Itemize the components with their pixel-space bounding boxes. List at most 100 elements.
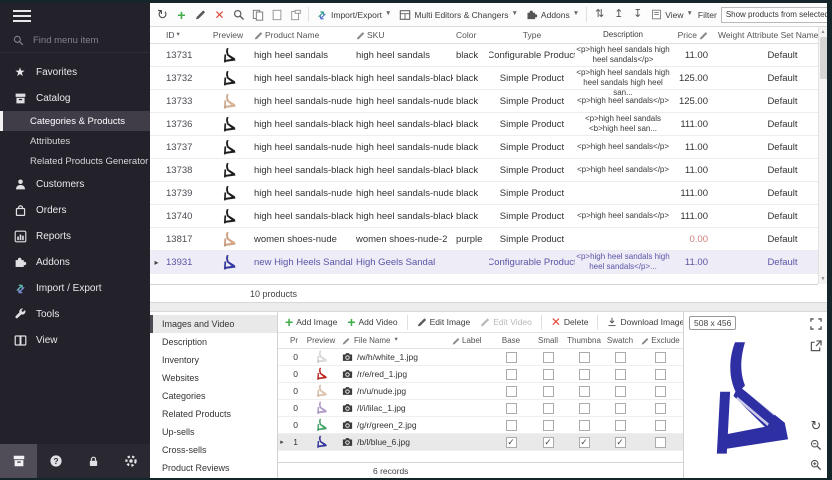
column-header-pr[interactable]: Pr: [286, 336, 302, 345]
column-header-thumbnail[interactable]: Thumbna: [566, 336, 602, 345]
checkbox-swatch[interactable]: [615, 369, 626, 380]
table-row[interactable]: ▸ 13737 high heel sandals-nude-36 high h…: [150, 136, 818, 159]
checkbox-swatch[interactable]: [615, 352, 626, 363]
detail-tab[interactable]: Product Reviews: [150, 459, 277, 477]
download-image-button[interactable]: Download Image: [604, 316, 683, 328]
checkbox-small[interactable]: [543, 352, 554, 363]
checkbox-base[interactable]: [506, 386, 517, 397]
table-row[interactable]: ▸ 13731 high heel sandals high heel sand…: [150, 44, 818, 67]
sort-rows-button[interactable]: ⇅: [591, 6, 608, 23]
checkbox-small[interactable]: [543, 420, 554, 431]
checkbox-exclude[interactable]: [655, 420, 666, 431]
column-header-preview[interactable]: Preview: [205, 30, 251, 40]
move-up-button[interactable]: ↥: [610, 6, 627, 23]
sidebar-item-tools[interactable]: Tools: [0, 301, 150, 327]
category-filter-select[interactable]: Show products from selected categories ▼: [721, 7, 827, 23]
open-external-button[interactable]: [809, 339, 823, 353]
rotate-image-button[interactable]: ↻: [809, 418, 823, 432]
checkbox-exclude[interactable]: [655, 386, 666, 397]
checkbox-exclude[interactable]: [655, 403, 666, 414]
checkbox-swatch[interactable]: [615, 403, 626, 414]
sidebar-item-catalog[interactable]: Catalog: [0, 85, 150, 111]
image-row[interactable]: ▸ 1 /b/l/blue_6.jpg: [278, 434, 683, 451]
multi-editors-button[interactable]: Multi Editors & Changers▼: [396, 8, 520, 22]
checkbox-thumbnail[interactable]: [579, 403, 590, 414]
table-row[interactable]: ▸ 13931 new High Heels Sandals High Geel…: [150, 251, 818, 274]
column-header-color[interactable]: Color: [453, 30, 489, 40]
help-button[interactable]: ?: [38, 454, 75, 468]
add-image-button[interactable]: +Add Image: [282, 314, 340, 330]
checkbox-base[interactable]: [506, 420, 517, 431]
checkbox-base[interactable]: [506, 437, 517, 448]
edit-image-button[interactable]: Edit Image: [414, 316, 474, 328]
sidebar-item-addons[interactable]: Addons: [0, 249, 150, 275]
lock-button[interactable]: [75, 455, 112, 468]
checkbox-exclude[interactable]: [655, 437, 666, 448]
fullscreen-button[interactable]: [809, 317, 823, 331]
image-row[interactable]: ▸ 0 /n/u/nude.jpg: [278, 383, 683, 400]
checkbox-thumbnail[interactable]: [579, 352, 590, 363]
column-header-id[interactable]: ID▾: [163, 30, 205, 40]
add-product-button[interactable]: +: [173, 6, 190, 23]
column-header-price[interactable]: Price: [671, 30, 715, 40]
detail-tab[interactable]: Cross-sells: [150, 441, 277, 459]
delete-image-button[interactable]: ✕Delete: [548, 315, 592, 329]
scroll-down-arrow[interactable]: ▼: [819, 274, 827, 284]
checkbox-small[interactable]: [543, 369, 554, 380]
checkbox-base[interactable]: [506, 352, 517, 363]
sidebar-subitem[interactable]: Categories & Products: [0, 111, 150, 131]
sidebar-item-reports[interactable]: Reports: [0, 223, 150, 249]
settings-button[interactable]: [113, 454, 150, 468]
checkbox-thumbnail[interactable]: [579, 420, 590, 431]
checkbox-small[interactable]: [543, 403, 554, 414]
detail-tab[interactable]: Related Products: [150, 405, 277, 423]
column-header-base[interactable]: Base: [492, 336, 530, 345]
hamburger-menu-icon[interactable]: [13, 10, 31, 22]
column-header-weight[interactable]: Weight: [715, 30, 747, 40]
scroll-up-arrow[interactable]: ▲: [819, 27, 827, 37]
sidebar-item-orders[interactable]: Orders: [0, 197, 150, 223]
addons-button[interactable]: Addons▼: [523, 8, 582, 22]
view-menu-button[interactable]: View▼: [648, 8, 696, 21]
sidebar-item-favorites[interactable]: ★ Favorites: [0, 59, 150, 85]
checkbox-small[interactable]: [543, 386, 554, 397]
delete-product-button[interactable]: ✕: [211, 6, 228, 23]
import-export-button[interactable]: Import/Export▼: [313, 8, 394, 22]
column-header-type[interactable]: Type: [489, 30, 575, 40]
checkbox-small[interactable]: [543, 437, 554, 448]
checkbox-exclude[interactable]: [655, 369, 666, 380]
sidebar-item-customers[interactable]: Customers: [0, 171, 150, 197]
vertical-scrollbar[interactable]: ▲ ▼: [818, 27, 827, 284]
image-row[interactable]: ▸ 0 /w/h/white_1.jpg: [278, 349, 683, 366]
sidebar-subitem[interactable]: Attributes: [0, 131, 150, 151]
scrollbar-thumb[interactable]: [820, 37, 827, 79]
table-row[interactable]: ▸ 13733 high heel sandals-nude high heel…: [150, 90, 818, 113]
checkbox-swatch[interactable]: [615, 386, 626, 397]
detail-tab[interactable]: Images and Video: [150, 315, 277, 333]
edit-product-button[interactable]: [192, 6, 209, 23]
sidebar-item-import-export[interactable]: Import / Export: [0, 275, 150, 301]
checkbox-thumbnail[interactable]: [579, 437, 590, 448]
image-row[interactable]: ▸ 0 /l/i/lilac_1.jpg: [278, 400, 683, 417]
column-header-file-name[interactable]: File Name▾: [340, 336, 450, 345]
duplicate-page-button[interactable]: [287, 6, 304, 23]
image-row[interactable]: ▸ 0 /r/e/red_1.jpg: [278, 366, 683, 383]
table-row[interactable]: ▸ 13736 high heel sandals-black-36 high …: [150, 113, 818, 136]
zoom-out-button[interactable]: [809, 438, 823, 452]
checkbox-base[interactable]: [506, 403, 517, 414]
select-page-button[interactable]: [268, 6, 285, 23]
column-header-label[interactable]: Label: [450, 336, 492, 345]
search-products-button[interactable]: [230, 6, 247, 23]
archive-mode-button[interactable]: [0, 444, 37, 478]
detail-tab[interactable]: Inventory: [150, 351, 277, 369]
image-row[interactable]: ▸ 0 /g/r/green_2.jpg: [278, 417, 683, 434]
table-row[interactable]: ▸ 13740 high heel sandals-black-38 high …: [150, 205, 818, 228]
table-row[interactable]: ▸ 13739 high heel sandals-nude-37 high h…: [150, 182, 818, 205]
sidebar-subitem[interactable]: Related Products Generator: [0, 151, 150, 171]
detail-tab[interactable]: Description: [150, 333, 277, 351]
checkbox-exclude[interactable]: [655, 352, 666, 363]
table-row[interactable]: ▸ 13738 high heel sandals-black-37 high …: [150, 159, 818, 182]
detail-tab[interactable]: Categories: [150, 387, 277, 405]
checkbox-base[interactable]: [506, 369, 517, 380]
menu-search-input[interactable]: [31, 34, 141, 47]
